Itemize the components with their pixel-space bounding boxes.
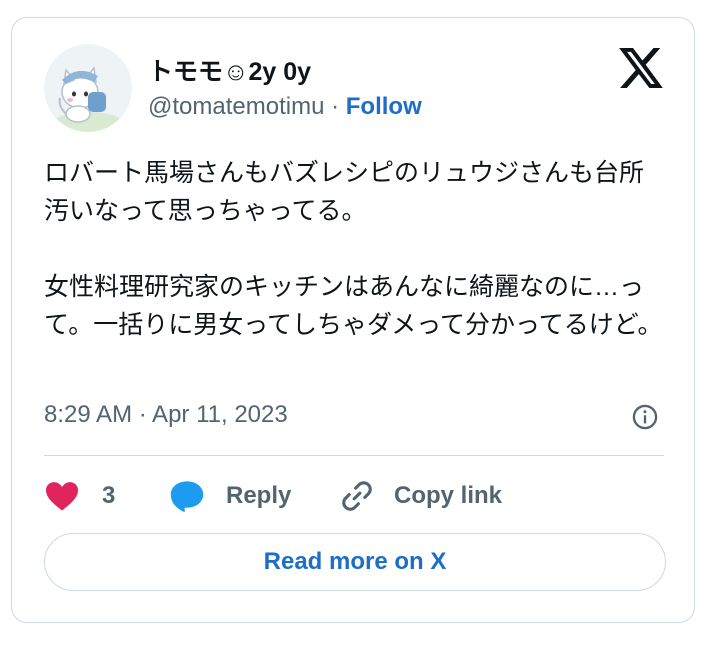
tweet-paragraph: ロバート馬場さんもバズレシピのリュウジさんも台所汚いなって思っちゃってる。 <box>44 159 645 225</box>
tweet-embed-card: トモモ☺2y 0y @tomatemotimu · Follow ロバート馬場さ… <box>11 17 695 623</box>
handle-separator: · <box>331 93 340 120</box>
link-icon <box>342 481 372 511</box>
reply-label: Reply <box>226 482 292 509</box>
follow-button[interactable]: Follow <box>346 93 422 120</box>
author-display-name[interactable]: トモモ☺2y 0y <box>148 52 311 88</box>
like-count: 3 <box>102 482 116 509</box>
author-handle-row: @tomatemotimu · Follow <box>148 93 422 121</box>
like-button[interactable]: 3 <box>44 479 115 513</box>
read-more-button[interactable]: Read more on X <box>44 533 666 591</box>
tweet-text: ロバート馬場さんもバズレシピのリュウジさんも台所汚いなって思っちゃってる。 女性… <box>44 154 664 344</box>
reply-button[interactable]: Reply <box>168 479 291 513</box>
avatar-cat-illustration <box>54 66 122 132</box>
author-handle[interactable]: @tomatemotimu <box>148 93 324 120</box>
tweet-paragraph: 女性料理研究家のキッチンはあんなに綺麗なのに…って。一括りに男女ってしちゃダメっ… <box>44 273 663 339</box>
tweet-timestamp[interactable]: 8:29 AM · Apr 11, 2023 <box>44 401 288 429</box>
divider <box>44 455 664 456</box>
x-logo-icon[interactable] <box>619 48 663 88</box>
speech-bubble-icon <box>170 481 204 513</box>
copy-link-label: Copy link <box>394 482 503 509</box>
avatar[interactable] <box>44 44 132 132</box>
copy-link-button[interactable]: Copy link <box>340 479 502 513</box>
info-icon[interactable] <box>631 403 659 431</box>
heart-icon <box>46 482 78 511</box>
